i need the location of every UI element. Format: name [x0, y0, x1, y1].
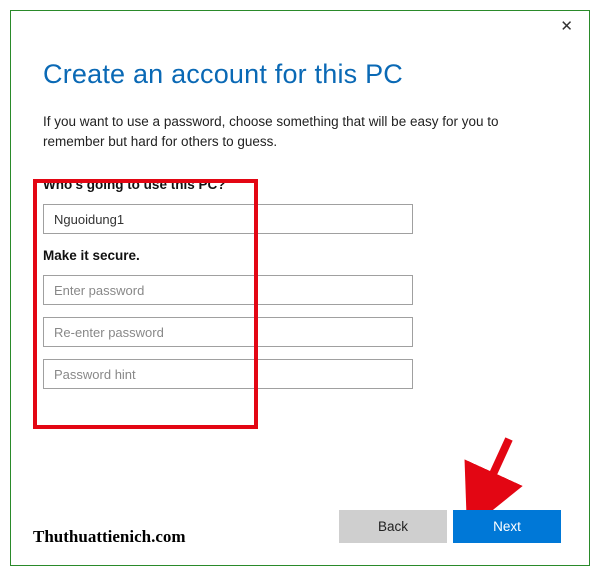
next-button-label: Next — [493, 519, 521, 534]
password-input[interactable] — [43, 275, 413, 305]
username-section-label: Who's going to use this PC? — [43, 177, 557, 192]
form-area: Who's going to use this PC? Make it secu… — [43, 177, 557, 389]
back-button-label: Back — [378, 519, 408, 534]
dialog-window: ✕ Create an account for this PC If you w… — [10, 10, 590, 566]
next-button[interactable]: Next — [453, 510, 561, 543]
watermark-text: Thuthuattienich.com — [33, 527, 186, 547]
page-title: Create an account for this PC — [43, 59, 557, 90]
password-hint-input[interactable] — [43, 359, 413, 389]
username-input[interactable] — [43, 204, 413, 234]
secure-section-label: Make it secure. — [43, 248, 557, 263]
page-description: If you want to use a password, choose so… — [43, 112, 557, 151]
close-icon[interactable]: ✕ — [560, 19, 573, 34]
back-button[interactable]: Back — [339, 510, 447, 543]
button-row: Back Next — [339, 510, 561, 543]
content-area: Create an account for this PC If you wan… — [11, 11, 589, 389]
password-confirm-input[interactable] — [43, 317, 413, 347]
